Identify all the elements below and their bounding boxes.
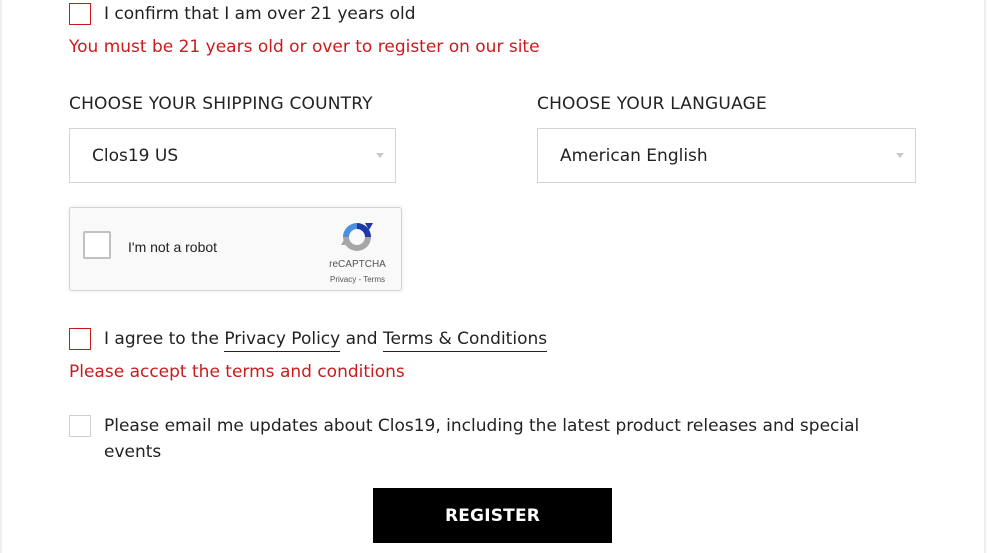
language-select[interactable]: American English [537, 128, 916, 183]
shipping-country-select[interactable]: Clos19 US [69, 128, 396, 183]
age-confirm-label: I confirm that I am over 21 years old [104, 4, 416, 24]
terms-agree-label: I agree to the Privacy Policy and Terms … [104, 328, 548, 352]
terms-agree-middle: and [340, 329, 383, 349]
age-confirm-checkbox[interactable] [69, 3, 91, 25]
recaptcha-logo-icon [341, 223, 373, 251]
chevron-down-icon [896, 153, 904, 158]
registration-form: I confirm that I am over 21 years old Yo… [0, 0, 988, 553]
right-edge [984, 0, 986, 553]
terms-agree-prefix: I agree to the [104, 329, 225, 349]
terms-conditions-link[interactable]: Terms & Conditions [383, 329, 548, 352]
language-heading: CHOOSE YOUR LANGUAGE [537, 94, 767, 114]
chevron-down-icon [376, 153, 384, 158]
left-edge [0, 0, 2, 553]
terms-agree-checkbox[interactable] [69, 328, 91, 350]
privacy-policy-link[interactable]: Privacy Policy [224, 329, 341, 352]
recaptcha-label: I'm not a robot [128, 239, 218, 255]
recaptcha-privacy-link[interactable]: Privacy [330, 275, 356, 284]
recaptcha-widget: I'm not a robot reCAPTCHA Privacy - Term… [69, 207, 402, 291]
language-value: American English [560, 146, 708, 166]
recaptcha-terms-link[interactable]: Terms [363, 275, 385, 284]
shipping-country-heading: CHOOSE YOUR SHIPPING COUNTRY [69, 94, 373, 114]
shipping-country-value: Clos19 US [92, 146, 179, 166]
age-confirm-error: You must be 21 years old or over to regi… [69, 37, 540, 57]
newsletter-label: Please email me updates about Clos19, in… [104, 416, 860, 462]
terms-agree-error: Please accept the terms and conditions [69, 362, 405, 382]
recaptcha-links: Privacy - Terms [320, 275, 395, 284]
recaptcha-brand: reCAPTCHA [329, 259, 386, 270]
newsletter-checkbox[interactable] [69, 415, 91, 437]
recaptcha-checkbox[interactable] [83, 231, 111, 259]
register-button[interactable]: REGISTER [373, 488, 612, 543]
